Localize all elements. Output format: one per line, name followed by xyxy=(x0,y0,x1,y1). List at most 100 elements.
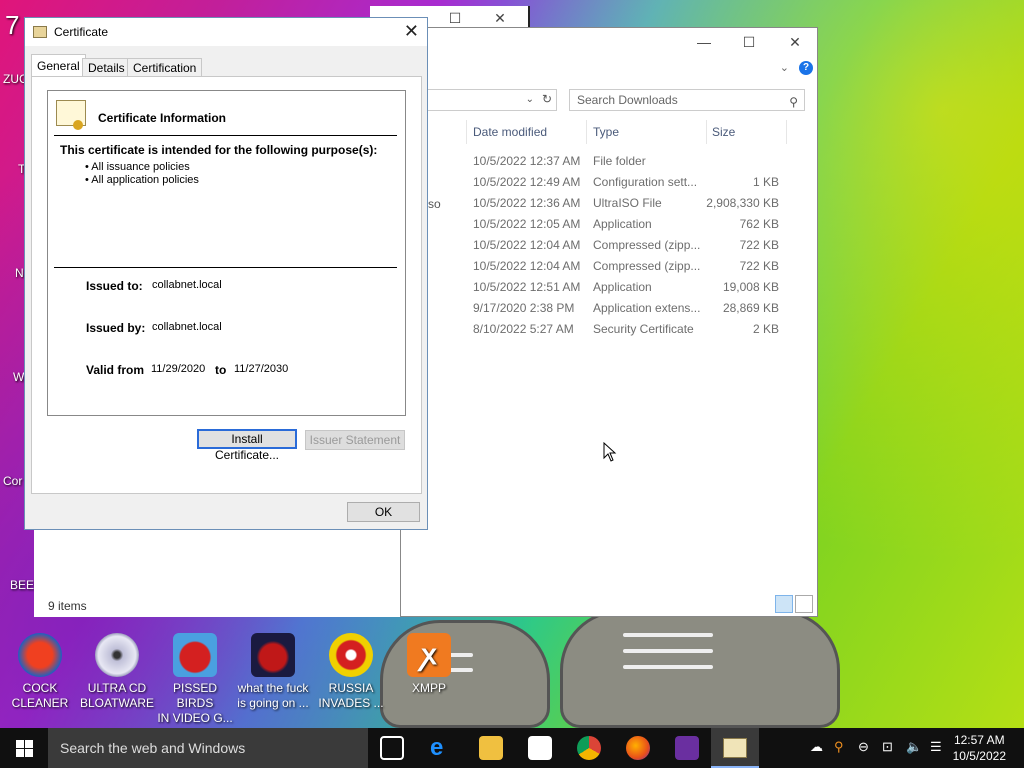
tab-certification-path[interactable]: Certification Path xyxy=(127,58,203,89)
column-header-size[interactable]: Size xyxy=(712,125,735,139)
minus-circle-icon[interactable]: ⊖ xyxy=(858,739,869,755)
close-icon[interactable]: ✕ xyxy=(485,8,515,28)
ok-button[interactable]: OK xyxy=(347,502,420,522)
status-bar: 9 items xyxy=(49,592,819,616)
file-row[interactable]: 10/5/2022 12:04 AM Compressed (zipp... 7… xyxy=(401,255,819,276)
desktop-icon-russia-invades[interactable]: RUSSIA INVADES ... xyxy=(313,633,389,711)
angry-birds-space-icon xyxy=(251,633,295,677)
file-row[interactable]: 10/5/2022 12:49 AM Configuration sett...… xyxy=(401,171,819,192)
item-count: 9 items xyxy=(48,599,87,613)
desktop-fragment: 7 xyxy=(5,10,20,40)
taskbar-search-input[interactable]: Search the web and Windows xyxy=(48,728,368,768)
search-icon[interactable]: ⚲ xyxy=(834,739,844,755)
column-header-date[interactable]: Date modified xyxy=(473,125,547,139)
certificate-task-button[interactable] xyxy=(711,728,759,768)
file-row[interactable]: 10/5/2022 12:37 AM File folder xyxy=(401,150,819,171)
desktop-icon-xampp[interactable]: ꭗ XMPP xyxy=(391,633,467,696)
details-view-icon[interactable] xyxy=(775,595,793,613)
desktop-icon-label: is going on ... xyxy=(237,696,309,710)
store-icon[interactable] xyxy=(528,736,552,760)
search-icon: ⚲ xyxy=(789,95,798,109)
cock-cleaner-icon xyxy=(18,633,62,677)
file-size: 2 KB xyxy=(752,322,779,336)
maximize-icon[interactable]: ☐ xyxy=(440,8,470,28)
chrome-icon[interactable] xyxy=(577,736,601,760)
valid-from-label: Valid from xyxy=(86,363,145,377)
edge-icon[interactable]: e xyxy=(430,736,454,760)
network-icon[interactable]: ⊡ xyxy=(882,739,893,755)
maximize-icon[interactable]: ☐ xyxy=(734,32,764,52)
clock-date: 10/5/2022 xyxy=(952,749,1006,763)
file-explorer-icon[interactable] xyxy=(479,736,503,760)
desktop-icon-ultra-cd[interactable]: ULTRA CD BLOATWARE xyxy=(79,633,155,711)
file-row[interactable]: 9/17/2020 2:38 PM Application extens... … xyxy=(401,297,819,318)
help-icon[interactable]: ? xyxy=(799,61,813,75)
desktop-icon-pissed-birds[interactable]: PISSED BIRDS IN VIDEO G... xyxy=(157,633,233,726)
clock[interactable]: 12:57 AM 10/5/2022 xyxy=(953,732,1006,764)
explorer-titlebar: — ☐ ✕ xyxy=(401,28,817,56)
desktop-icon-label: PISSED BIRDS xyxy=(172,681,217,710)
tab-details[interactable]: Details xyxy=(82,58,131,76)
desktop-icon-label: INVADES ... xyxy=(318,696,384,710)
file-date: 10/5/2022 12:49 AM xyxy=(473,175,581,189)
minimize-icon[interactable]: — xyxy=(689,32,719,52)
refresh-icon[interactable]: ↻ xyxy=(542,92,552,106)
file-row[interactable]: 8/10/2022 5:27 AM Security Certificate 2… xyxy=(401,318,819,339)
russia-invades-icon xyxy=(329,633,373,677)
large-icons-view-icon[interactable] xyxy=(795,595,813,613)
file-row[interactable]: 10/5/2022 12:36 AM UltraISO File 2,908,3… xyxy=(401,192,819,213)
file-type: File folder xyxy=(593,154,646,168)
task-view-icon[interactable] xyxy=(380,736,404,760)
file-row[interactable]: 10/5/2022 12:05 AM Application 762 KB xyxy=(401,213,819,234)
desktop-icon-label: CLEANER xyxy=(11,696,69,710)
close-icon[interactable]: ✕ xyxy=(404,21,419,42)
certificate-icon xyxy=(33,26,47,38)
file-row[interactable]: 10/5/2022 12:51 AM Application 19,008 KB xyxy=(401,276,819,297)
file-type: Application xyxy=(593,280,652,294)
file-date: 10/5/2022 12:36 AM xyxy=(473,196,581,210)
valid-to-value: 11/27/2030 xyxy=(234,363,289,375)
purpose-item: • All issuance policies xyxy=(85,161,190,173)
issued-by-label: Issued by: xyxy=(86,321,146,335)
firefox-icon[interactable] xyxy=(626,736,650,760)
file-date: 10/5/2022 12:05 AM xyxy=(473,217,581,231)
file-type: Security Certificate xyxy=(593,322,694,336)
certificate-info-heading: Certificate Information xyxy=(98,111,227,125)
notifications-icon[interactable]: ☰ xyxy=(930,739,942,755)
tab-general[interactable]: General xyxy=(31,54,86,76)
xampp-icon: ꭗ xyxy=(407,633,451,677)
chevron-down-icon[interactable]: ⌄ xyxy=(526,94,534,105)
windows-logo-icon xyxy=(16,740,24,748)
dialog-title: Certificate xyxy=(54,25,109,39)
certificate-info-box: Certificate Information This certificate… xyxy=(47,90,406,416)
desktop-icon-label: what the fuck xyxy=(237,681,309,695)
search-input[interactable]: Search Downloads ⚲ xyxy=(569,89,805,111)
file-row[interactable]: 10/5/2022 12:04 AM Compressed (zipp... 7… xyxy=(401,234,819,255)
file-size: 28,869 KB xyxy=(722,301,779,315)
close-icon[interactable]: ✕ xyxy=(780,32,810,52)
issuer-statement-button[interactable]: Issuer Statement xyxy=(305,430,405,450)
certificate-icon xyxy=(723,738,747,758)
volume-icon[interactable]: 🔈 xyxy=(906,739,922,755)
desktop-fragment: N xyxy=(15,266,24,280)
file-type: Configuration sett... xyxy=(593,175,698,189)
app-icon[interactable] xyxy=(675,736,699,760)
clock-time: 12:57 AM xyxy=(953,733,1005,747)
desktop-icon-label: XMPP xyxy=(411,681,446,695)
file-size: 2,908,330 KB xyxy=(706,196,779,210)
start-button[interactable] xyxy=(0,728,48,768)
taskbar: Search the web and Windows e ☁ ⚲ ⊖ ⊡ 🔈 ☰… xyxy=(0,728,1024,768)
purpose-heading: This certificate is intended for the fol… xyxy=(60,143,378,157)
file-date: 9/17/2020 2:38 PM xyxy=(473,301,575,315)
search-placeholder: Search Downloads xyxy=(577,93,678,107)
desktop-icon-label: COCK xyxy=(22,681,58,695)
cloud-icon[interactable]: ☁ xyxy=(810,739,823,755)
issued-to-label: Issued to: xyxy=(86,279,143,293)
chevron-down-icon[interactable]: ⌄ xyxy=(780,61,789,74)
desktop-icon-angry-birds-space[interactable]: what the fuck is going on ... xyxy=(235,633,311,711)
file-type: Compressed (zipp... xyxy=(593,259,701,273)
desktop-icon-cock-cleaner[interactable]: COCK CLEANER xyxy=(2,633,78,711)
install-certificate-button[interactable]: Install Certificate... xyxy=(197,429,297,462)
file-date: 10/5/2022 12:04 AM xyxy=(473,259,581,273)
column-header-type[interactable]: Type xyxy=(593,125,619,139)
